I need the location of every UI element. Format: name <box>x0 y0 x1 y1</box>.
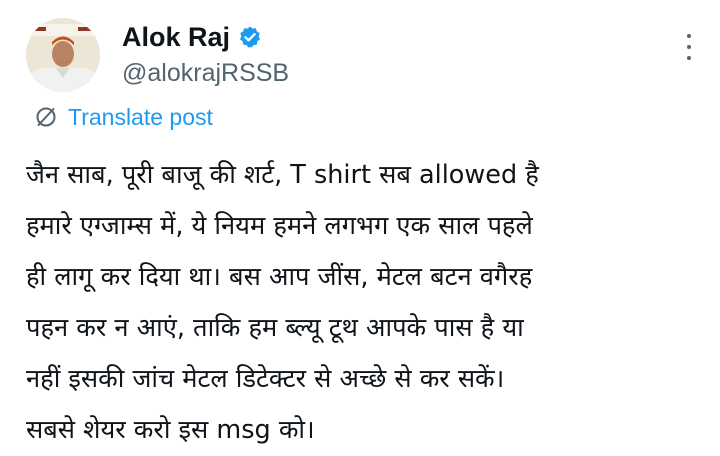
globe-icon <box>34 105 58 129</box>
author-display-name[interactable]: Alok Raj <box>122 22 230 52</box>
more-options-icon[interactable] <box>684 34 694 60</box>
post-card: Alok Raj @alokrajRSSB Translate post जैन… <box>0 0 720 451</box>
more-dot <box>687 56 691 60</box>
post-text-line: ही लागू कर दिया था। बस आप जींस, मेटल बटन… <box>26 262 533 292</box>
author-handle[interactable]: @alokrajRSSB <box>122 58 289 88</box>
post-text-line: जैन साब, पूरी बाजू की शर्ट, T shirt सब a… <box>26 160 539 190</box>
avatar[interactable] <box>26 18 100 92</box>
more-dot <box>687 34 691 38</box>
post-text-line: नहीं इसकी जांच मेटल डिटेक्टर से अच्छे से… <box>26 364 505 394</box>
more-dot <box>687 45 691 49</box>
post-text-line: पहन कर न आएं, ताकि हम ब्ल्यू टूथ आपके पा… <box>26 313 524 343</box>
post-text-line: सबसे शेयर करो इस msg को। <box>26 415 315 445</box>
translate-post-label: Translate post <box>68 104 213 130</box>
verified-badge-icon <box>238 25 262 49</box>
translate-post-button[interactable]: Translate post <box>34 102 213 132</box>
post-text: जैन साब, पूरी बाजू की शर्ट, T shirt सब a… <box>26 150 706 456</box>
post-text-line: हमारे एग्जाम्स में, ये नियम हमने लगभग एक… <box>26 211 533 241</box>
author-name-row: Alok Raj <box>122 22 262 52</box>
